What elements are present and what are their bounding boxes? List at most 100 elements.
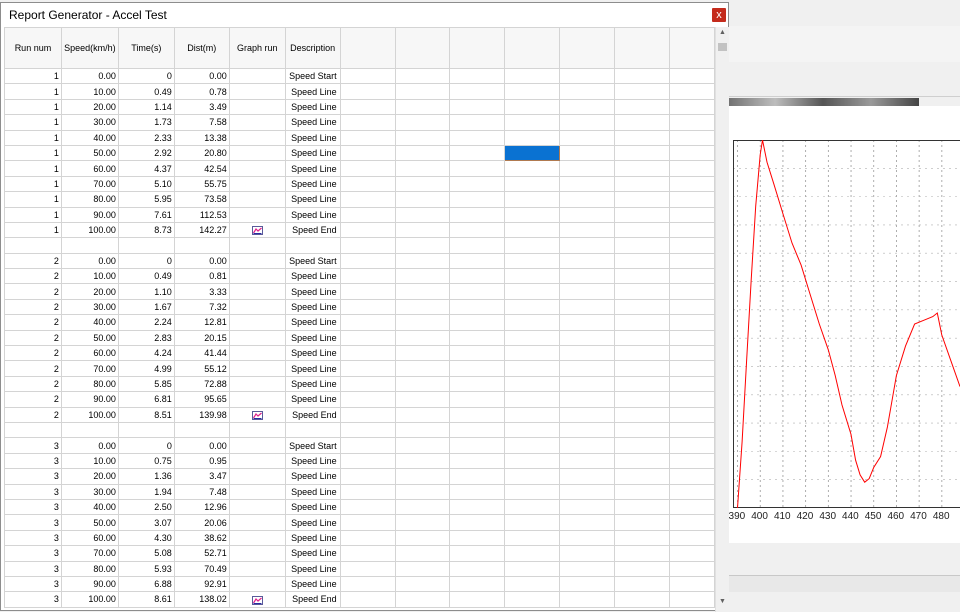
empty-cell[interactable] — [505, 576, 560, 591]
empty-cell[interactable] — [560, 407, 615, 422]
empty-cell[interactable] — [670, 315, 715, 330]
empty-cell[interactable] — [505, 407, 560, 422]
speed-cell[interactable]: 30.00 — [61, 484, 118, 499]
table-row[interactable]: 130.001.737.58Speed Line — [5, 115, 715, 130]
graph-run-cell[interactable] — [229, 284, 285, 299]
empty-cell[interactable] — [670, 145, 715, 160]
graph-run-cell[interactable] — [229, 346, 285, 361]
empty-cell[interactable] — [340, 376, 395, 391]
empty-cell[interactable] — [395, 484, 450, 499]
empty-cell[interactable] — [395, 222, 450, 237]
empty-cell[interactable] — [340, 238, 395, 253]
empty-cell[interactable] — [670, 499, 715, 514]
dist-cell[interactable]: 0.81 — [174, 269, 229, 284]
empty-cell[interactable] — [670, 69, 715, 84]
empty-cell[interactable] — [174, 238, 229, 253]
empty-cell[interactable] — [395, 407, 450, 422]
empty-cell[interactable] — [560, 84, 615, 99]
empty-cell[interactable] — [340, 115, 395, 130]
empty-cell[interactable] — [560, 576, 615, 591]
empty-cell[interactable] — [670, 422, 715, 437]
dist-cell[interactable]: 12.81 — [174, 315, 229, 330]
empty-cell[interactable] — [615, 515, 670, 530]
speed-cell[interactable]: 0.00 — [61, 253, 118, 268]
time-cell[interactable]: 2.50 — [118, 499, 174, 514]
graph-run-cell[interactable] — [229, 376, 285, 391]
table-row[interactable]: 230.001.677.32Speed Line — [5, 299, 715, 314]
empty-cell[interactable] — [450, 438, 505, 453]
description-cell[interactable]: Speed Line — [285, 99, 340, 114]
empty-cell[interactable] — [615, 530, 670, 545]
empty-cell[interactable] — [340, 438, 395, 453]
empty-cell[interactable] — [670, 376, 715, 391]
column-header[interactable]: Time(s) — [118, 28, 174, 69]
empty-cell[interactable] — [450, 392, 505, 407]
empty-cell[interactable] — [670, 99, 715, 114]
empty-cell[interactable] — [505, 176, 560, 191]
empty-cell[interactable] — [560, 284, 615, 299]
graph-run-cell[interactable] — [229, 315, 285, 330]
table-row[interactable]: 2100.008.51139.98Speed End — [5, 407, 715, 422]
description-cell[interactable]: Speed End — [285, 407, 340, 422]
empty-column-header[interactable] — [670, 28, 715, 69]
dist-cell[interactable]: 7.32 — [174, 299, 229, 314]
empty-cell[interactable] — [505, 238, 560, 253]
dist-cell[interactable]: 3.33 — [174, 284, 229, 299]
empty-cell[interactable] — [340, 145, 395, 160]
dist-cell[interactable]: 52.71 — [174, 546, 229, 561]
empty-cell[interactable] — [670, 592, 715, 607]
speed-cell[interactable]: 70.00 — [61, 361, 118, 376]
empty-cell[interactable] — [395, 253, 450, 268]
empty-cell[interactable] — [395, 84, 450, 99]
empty-cell[interactable] — [670, 330, 715, 345]
empty-cell[interactable] — [560, 99, 615, 114]
empty-cell[interactable] — [450, 145, 505, 160]
graph-run-cell[interactable] — [229, 499, 285, 514]
empty-cell[interactable] — [450, 407, 505, 422]
table-row[interactable]: 370.005.0852.71Speed Line — [5, 546, 715, 561]
run-cell[interactable]: 1 — [5, 115, 62, 130]
empty-cell[interactable] — [395, 422, 450, 437]
empty-cell[interactable] — [340, 484, 395, 499]
empty-cell[interactable] — [450, 99, 505, 114]
description-cell[interactable]: Speed Line — [285, 130, 340, 145]
empty-cell[interactable] — [229, 422, 285, 437]
run-cell[interactable]: 2 — [5, 315, 62, 330]
empty-cell[interactable] — [615, 69, 670, 84]
run-cell[interactable]: 3 — [5, 576, 62, 591]
speed-cell[interactable]: 10.00 — [61, 84, 118, 99]
description-cell[interactable]: Speed Start — [285, 438, 340, 453]
empty-cell[interactable] — [505, 207, 560, 222]
empty-cell[interactable] — [395, 130, 450, 145]
run-cell[interactable]: 1 — [5, 99, 62, 114]
description-cell[interactable]: Speed Line — [285, 376, 340, 391]
empty-cell[interactable] — [615, 115, 670, 130]
run-cell[interactable]: 3 — [5, 438, 62, 453]
empty-cell[interactable] — [505, 392, 560, 407]
speed-cell[interactable]: 90.00 — [61, 392, 118, 407]
dist-cell[interactable]: 20.06 — [174, 515, 229, 530]
empty-cell[interactable] — [61, 422, 118, 437]
empty-cell[interactable] — [450, 330, 505, 345]
empty-cell[interactable] — [560, 130, 615, 145]
run-cell[interactable]: 2 — [5, 361, 62, 376]
empty-cell[interactable] — [505, 438, 560, 453]
dist-cell[interactable]: 0.95 — [174, 453, 229, 468]
empty-cell[interactable] — [450, 561, 505, 576]
empty-cell[interactable] — [615, 499, 670, 514]
dist-cell[interactable]: 70.49 — [174, 561, 229, 576]
table-row[interactable]: 350.003.0720.06Speed Line — [5, 515, 715, 530]
run-cell[interactable]: 2 — [5, 299, 62, 314]
chart-icon[interactable] — [252, 411, 263, 420]
empty-cell[interactable] — [670, 238, 715, 253]
speed-cell[interactable]: 60.00 — [61, 346, 118, 361]
column-header[interactable]: Description — [285, 28, 340, 69]
time-cell[interactable]: 5.93 — [118, 561, 174, 576]
speed-cell[interactable]: 20.00 — [61, 284, 118, 299]
empty-cell[interactable] — [615, 469, 670, 484]
empty-cell[interactable] — [340, 346, 395, 361]
graph-run-cell[interactable] — [229, 453, 285, 468]
run-cell[interactable]: 2 — [5, 284, 62, 299]
graph-run-cell[interactable] — [229, 176, 285, 191]
empty-cell[interactable] — [560, 392, 615, 407]
